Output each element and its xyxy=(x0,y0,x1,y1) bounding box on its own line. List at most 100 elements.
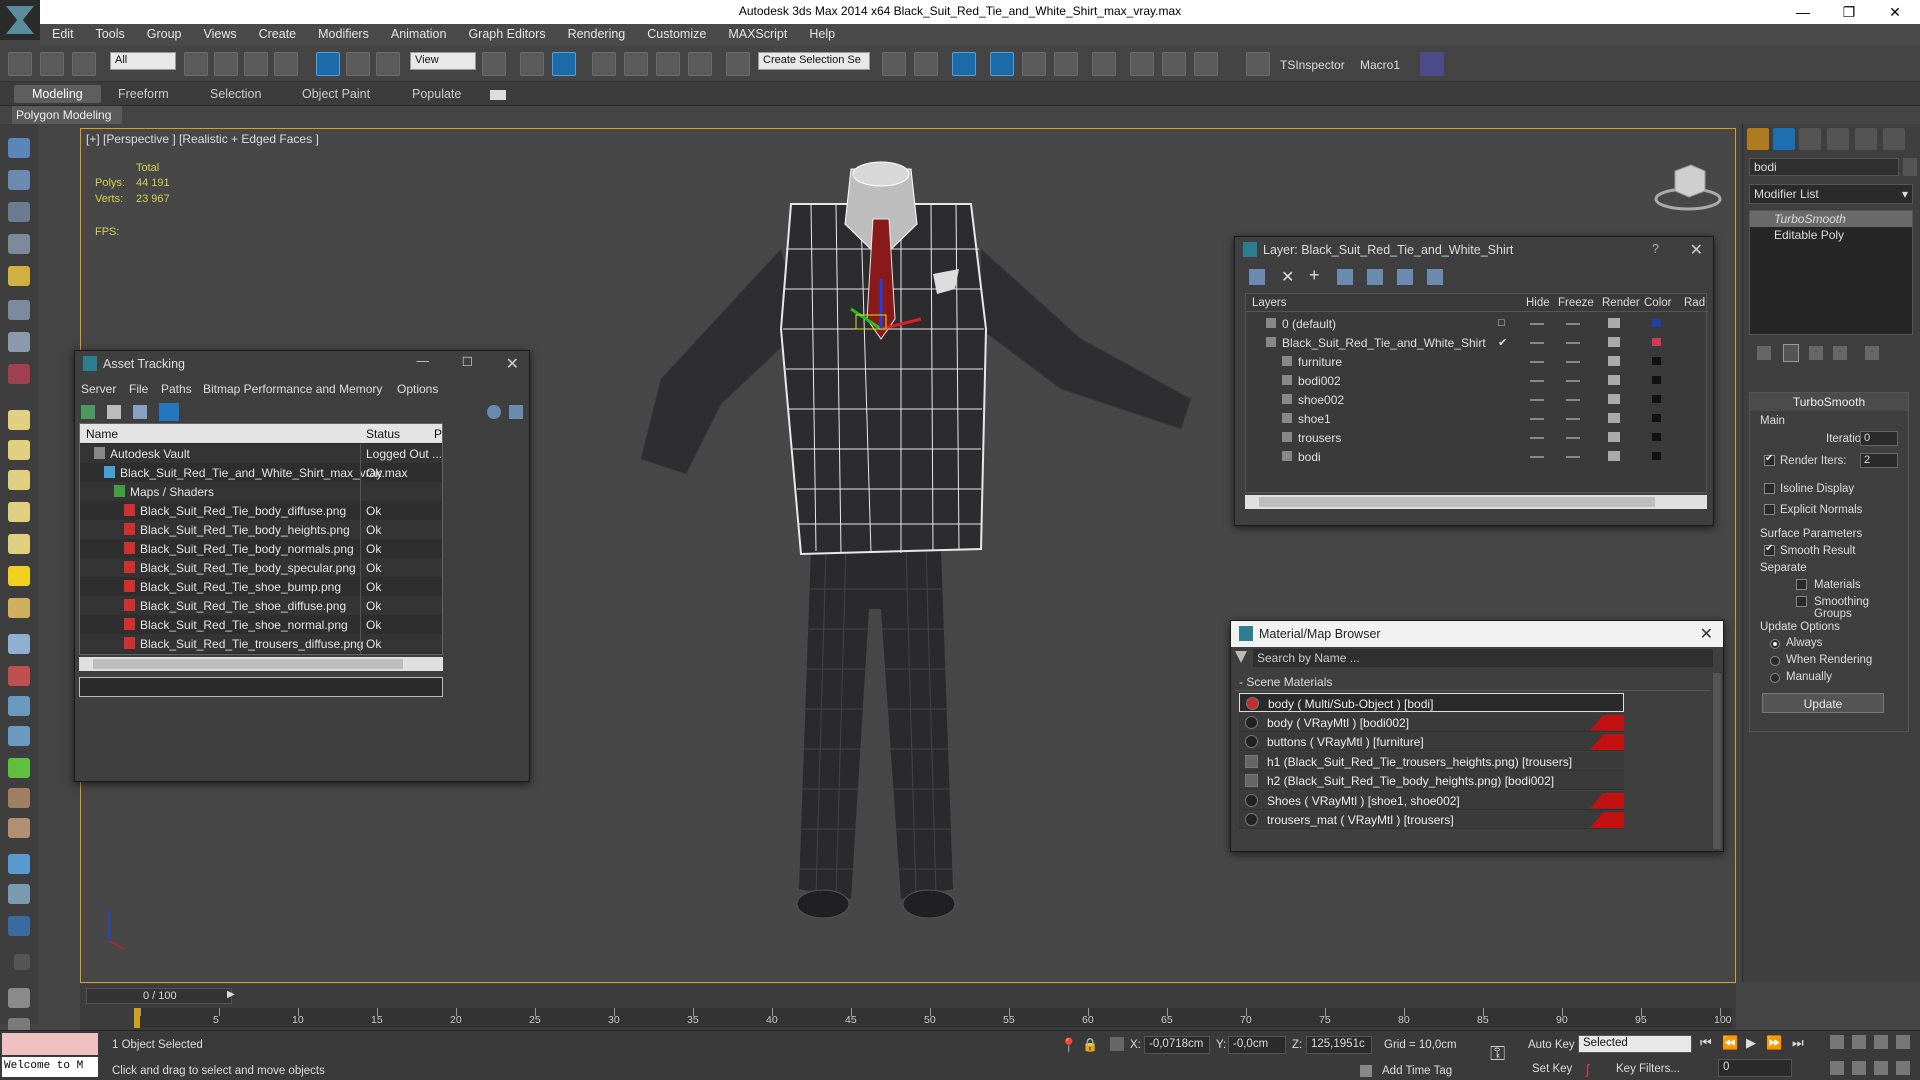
hide-toggle[interactable] xyxy=(1530,342,1544,344)
set-key-button[interactable]: Set Key xyxy=(1532,1063,1572,1075)
add-icon[interactable]: + xyxy=(1309,265,1320,286)
layer-row[interactable]: bodi002 xyxy=(1246,371,1706,390)
add-time-tag[interactable]: Add Time Tag xyxy=(1382,1065,1452,1077)
menu-rendering[interactable]: Rendering xyxy=(556,24,636,41)
pan-icon[interactable] xyxy=(1852,1061,1866,1075)
biped-icon[interactable] xyxy=(8,696,30,716)
layer-row[interactable]: 0 (default) □ xyxy=(1246,314,1706,333)
hide-toggle[interactable] xyxy=(1530,361,1544,363)
layer-color-swatch[interactable] xyxy=(1652,338,1661,346)
browser-options-icon[interactable] xyxy=(1235,651,1247,663)
time-tag-icon[interactable] xyxy=(1360,1065,1372,1077)
layer-manager-icon[interactable] xyxy=(952,52,976,76)
motion-panel-icon[interactable] xyxy=(1827,128,1849,150)
tab-freeform[interactable]: Freeform xyxy=(118,87,169,101)
menu-options[interactable]: Options xyxy=(397,382,438,396)
named-selection-dropdown[interactable]: Create Selection Se xyxy=(758,52,870,70)
freeze-toggle[interactable] xyxy=(1566,456,1580,458)
teapot-render-icon[interactable] xyxy=(1608,432,1620,442)
menu-modifiers[interactable]: Modifiers xyxy=(306,24,379,41)
globe-icon[interactable] xyxy=(8,726,30,746)
select-objects-icon[interactable] xyxy=(1337,269,1353,285)
maxscript-listener-input[interactable] xyxy=(2,1033,98,1055)
asset-row[interactable]: Black_Suit_Red_Tie_shoe_normal.png Ok xyxy=(80,615,442,634)
goto-end-icon[interactable]: ⏭ xyxy=(1792,1035,1804,1051)
hide-all-icon[interactable] xyxy=(1397,269,1413,285)
asset-row[interactable]: Black_Suit_Red_Tie_body_heights.png Ok xyxy=(80,520,442,539)
light-icon[interactable] xyxy=(8,266,30,286)
menu-edit[interactable]: Edit xyxy=(40,24,84,41)
expand-arrow-icon[interactable] xyxy=(14,954,30,970)
viewport-label[interactable]: [+] [Perspective ] [Realistic + Edged Fa… xyxy=(86,132,319,146)
teapot-render-icon[interactable] xyxy=(1608,413,1620,423)
current-frame-field[interactable]: 0 xyxy=(1718,1059,1792,1077)
display-panel-icon[interactable] xyxy=(1855,128,1877,150)
minimize-icon[interactable]: — xyxy=(417,354,430,368)
mirror-icon[interactable] xyxy=(882,52,906,76)
box-icon[interactable] xyxy=(8,410,30,430)
app-logo-icon[interactable] xyxy=(0,0,40,40)
orbit-icon[interactable] xyxy=(1874,1061,1888,1075)
teapot-render-icon[interactable] xyxy=(1608,356,1620,366)
tab-modeling[interactable]: Modeling xyxy=(14,85,101,103)
track-bar[interactable]: 0510152025303540455055606570758085909510… xyxy=(134,1008,1732,1028)
hide-toggle[interactable] xyxy=(1530,437,1544,439)
col-freeze[interactable]: Freeze xyxy=(1558,297,1594,309)
pin-stack-icon[interactable] xyxy=(1757,346,1771,360)
camera-icon[interactable] xyxy=(8,300,30,320)
select-move-icon[interactable] xyxy=(316,52,340,76)
render-setup-icon[interactable] xyxy=(1130,52,1154,76)
when-rendering-radio[interactable] xyxy=(1770,656,1780,666)
freeze-toggle[interactable] xyxy=(1566,323,1580,325)
manipulate-icon[interactable] xyxy=(520,52,544,76)
refresh-icon[interactable] xyxy=(81,405,95,419)
freeze-all-icon[interactable] xyxy=(1427,269,1443,285)
turbosmooth-rollout-title[interactable]: TurboSmooth xyxy=(1750,393,1908,411)
reference-coord-dropdown[interactable]: View xyxy=(410,52,476,70)
create-icon[interactable] xyxy=(8,138,30,158)
material-editor-icon[interactable] xyxy=(1092,52,1116,76)
percent-snap-icon[interactable] xyxy=(656,52,680,76)
motion-icon[interactable] xyxy=(8,234,30,254)
stack-item-turbosmooth[interactable]: TurboSmooth xyxy=(1750,211,1912,227)
sphere-icon[interactable] xyxy=(8,470,30,490)
select-rotate-icon[interactable] xyxy=(346,52,370,76)
col-render[interactable]: Render xyxy=(1602,297,1640,309)
maximize-button[interactable]: ❐ xyxy=(1826,0,1872,24)
layer-color-swatch[interactable] xyxy=(1652,395,1661,403)
helper-icon[interactable] xyxy=(8,332,30,352)
asset-row[interactable]: Black_Suit_Red_Tie_body_diffuse.png Ok xyxy=(80,501,442,520)
scene-explorer-icon[interactable] xyxy=(8,884,30,904)
layer-row[interactable]: furniture xyxy=(1246,352,1706,371)
layer-row[interactable]: trousers xyxy=(1246,428,1706,447)
macro-label[interactable]: Macro1 xyxy=(1360,58,1400,72)
play-icon[interactable]: ▶ xyxy=(1746,1035,1756,1051)
spacewarp-icon[interactable] xyxy=(8,364,30,384)
hide-toggle[interactable] xyxy=(1530,399,1544,401)
layer-color-swatch[interactable] xyxy=(1652,319,1661,327)
material-item[interactable]: h2 (Black_Suit_Red_Tie_body_heights.png)… xyxy=(1239,771,1624,790)
ribbon-toggle-icon[interactable] xyxy=(990,52,1014,76)
help-icon[interactable] xyxy=(487,405,501,419)
y-coordinate-field[interactable]: -0,0cm xyxy=(1228,1036,1286,1054)
render-sphere-icon[interactable] xyxy=(8,854,30,874)
pivot-center-icon[interactable] xyxy=(482,52,506,76)
explicit-normals-checkbox[interactable] xyxy=(1764,504,1775,515)
freeze-toggle[interactable] xyxy=(1566,399,1580,401)
close-icon[interactable]: ✕ xyxy=(1690,240,1703,260)
teapot-render-icon[interactable] xyxy=(1608,451,1620,461)
col-color[interactable]: Color xyxy=(1644,297,1671,309)
tsinspector-label[interactable]: TSInspector xyxy=(1280,58,1345,72)
rect-selection-icon[interactable] xyxy=(244,52,268,76)
delete-icon[interactable]: ✕ xyxy=(1281,267,1294,287)
asset-row[interactable]: Black_Suit_Red_Tie_trousers_heights.pngO… xyxy=(80,653,442,654)
material-item[interactable]: body ( Multi/Sub-Object ) [bodi] xyxy=(1239,693,1624,712)
remove-modifier-icon[interactable] xyxy=(1833,346,1847,360)
teapot-render-icon[interactable] xyxy=(1608,337,1620,347)
tree-view-icon[interactable] xyxy=(133,405,147,419)
asset-tracking-titlebar[interactable]: Asset Tracking — ☐ ✕ xyxy=(75,351,529,377)
material-item[interactable]: Shoes ( VRayMtl ) [shoe1, shoe002] xyxy=(1239,790,1624,810)
smooth-result-checkbox[interactable] xyxy=(1764,543,1775,556)
edit-named-selection-icon[interactable] xyxy=(726,52,750,76)
maxscript-output[interactable]: Welcome to M xyxy=(2,1057,98,1077)
